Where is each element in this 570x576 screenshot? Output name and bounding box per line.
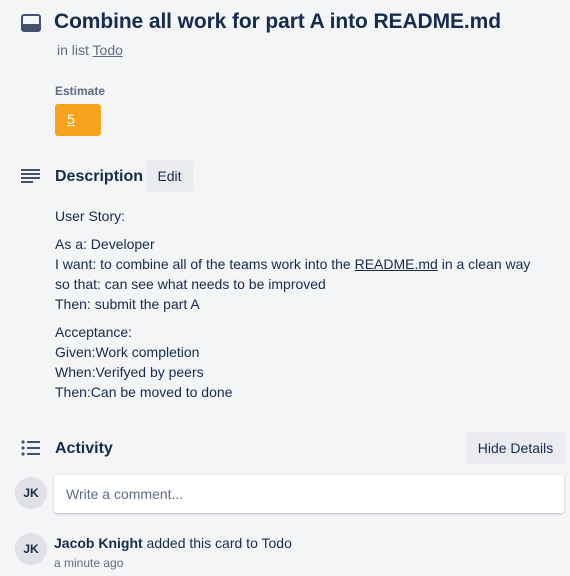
activity-icon	[21, 440, 41, 456]
activity-action: added this card to Todo	[142, 535, 292, 551]
card-title[interactable]: Combine all work for part A into README.…	[54, 10, 501, 34]
estimate-badge[interactable]: 5	[55, 104, 101, 136]
description-line: I want: to combine all of the teams work…	[55, 256, 355, 272]
card-icon	[21, 14, 41, 32]
description-title: Description	[55, 168, 144, 185]
readme-link[interactable]: README.md	[355, 256, 438, 272]
list-link[interactable]: Todo	[93, 42, 123, 58]
description-line: Then: submit the part A	[55, 296, 200, 312]
description-line: As a: Developer	[55, 236, 155, 252]
card-list-info: in list Todo	[57, 42, 123, 58]
description-paragraph: As a: Developer I want: to combine all o…	[55, 234, 555, 314]
activity-title: Activity	[55, 440, 113, 457]
description-line: When:Verifyed by peers	[55, 364, 204, 380]
comment-input[interactable]	[54, 475, 564, 513]
description-line: Acceptance:	[55, 324, 133, 340]
activity-avatar[interactable]: JK	[15, 533, 47, 565]
edit-description-button[interactable]: Edit	[146, 160, 193, 192]
description-line: Given:Work completion	[55, 344, 200, 360]
description-line: so that: can see what needs to be improv…	[55, 276, 326, 292]
description-paragraph: Acceptance: Given:Work completion When:V…	[55, 322, 555, 402]
description-body[interactable]: User Story: As a: Developer I want: to c…	[55, 206, 555, 410]
description-line: in a clean way	[437, 256, 531, 272]
activity-user[interactable]: Jacob Knight	[54, 535, 143, 551]
description-icon	[21, 168, 41, 184]
activity-timestamp[interactable]: a minute ago	[54, 556, 123, 570]
estimate-label: Estimate	[55, 84, 106, 98]
avatar[interactable]: JK	[15, 477, 47, 509]
in-list-prefix: in list	[57, 42, 89, 58]
hide-details-button[interactable]: Hide Details	[466, 432, 565, 464]
description-line: Then:Can be moved to done	[55, 384, 233, 400]
activity-entry: Jacob Knight added this card to Todo	[54, 535, 292, 551]
description-line: User Story:	[55, 208, 126, 224]
